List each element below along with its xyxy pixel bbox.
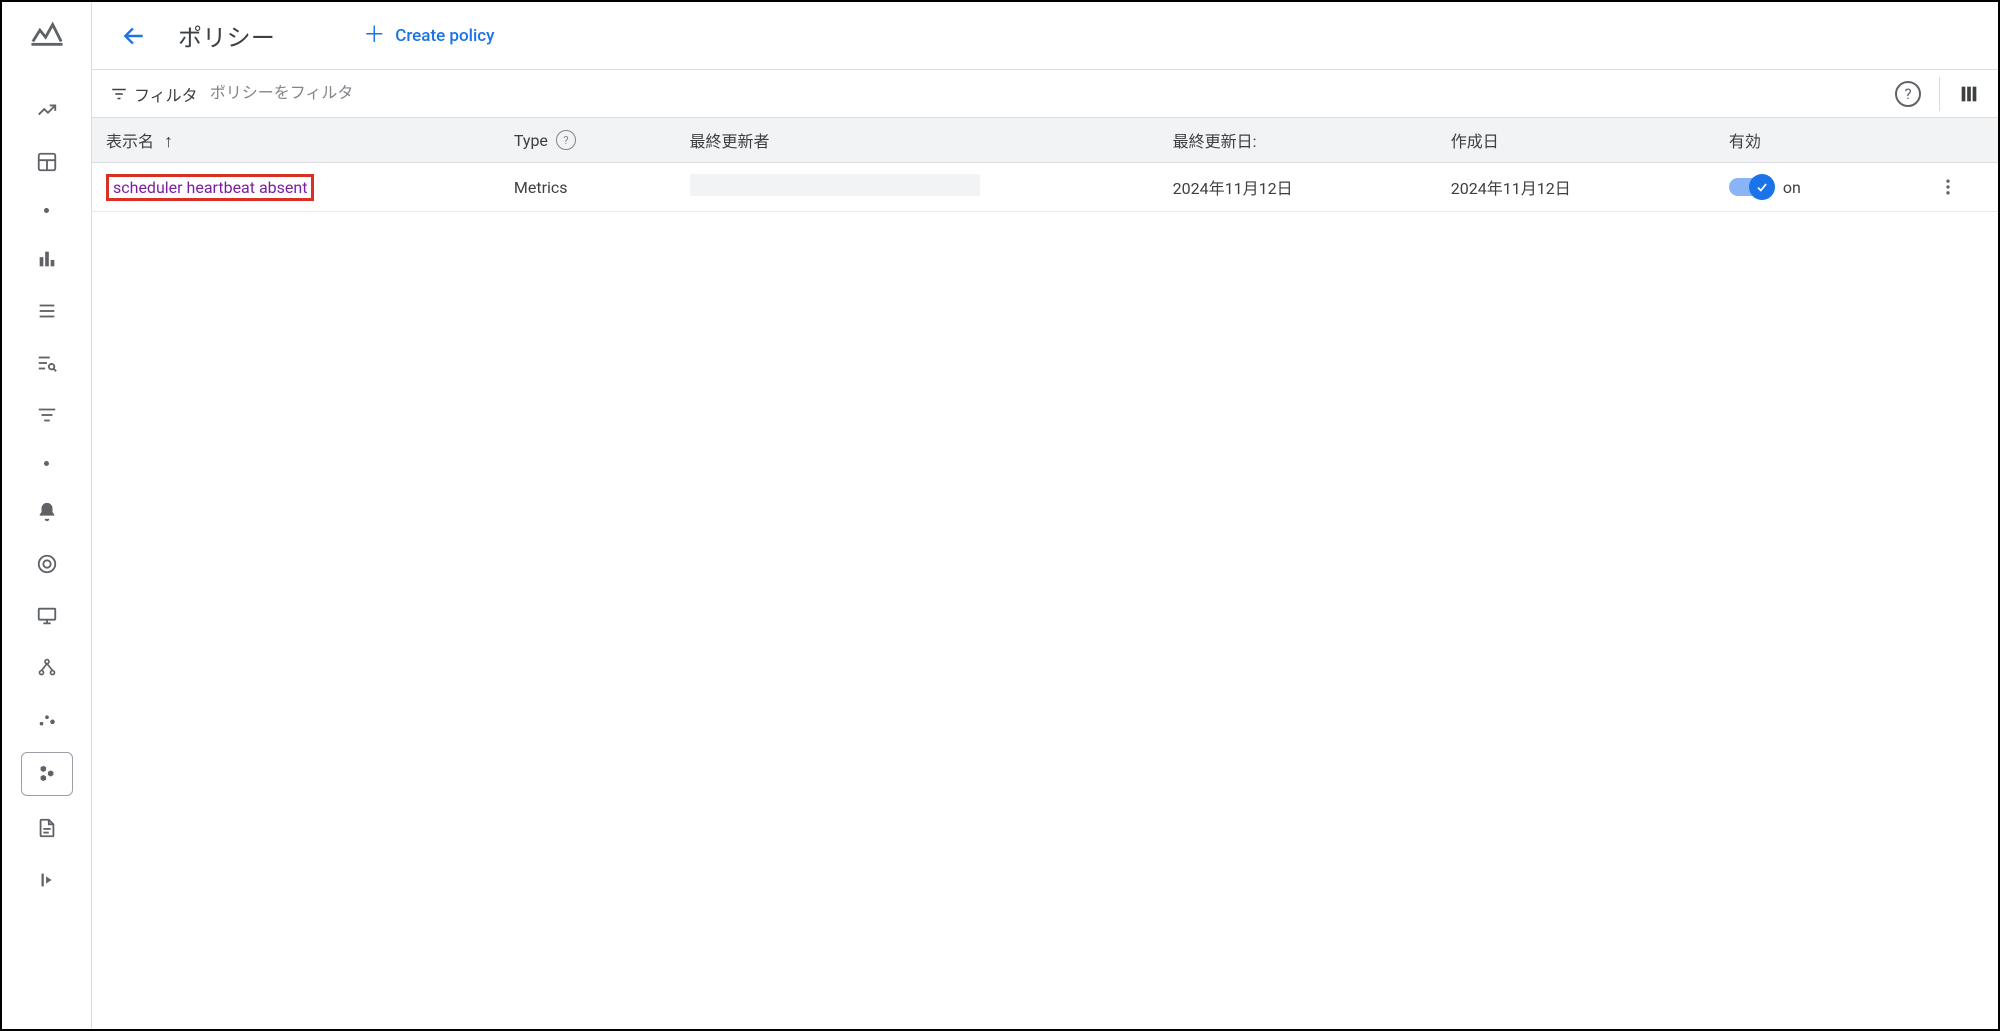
toggle-knob-check-icon: [1749, 174, 1775, 200]
filter-lines-icon[interactable]: [27, 395, 67, 435]
col-header-enabled[interactable]: 有効: [1717, 118, 1922, 163]
monitor-icon[interactable]: [27, 596, 67, 636]
col-header-enabled-label: 有効: [1729, 132, 1761, 151]
scatter-icon[interactable]: [27, 700, 67, 740]
page-title: ポリシー: [178, 18, 275, 53]
document-icon[interactable]: [27, 808, 67, 848]
enabled-label: on: [1783, 178, 1801, 197]
sidebar: [2, 2, 92, 1029]
sidebar-separator-dot: [44, 208, 49, 213]
filter-chip-label: フィルタ: [134, 82, 198, 106]
table-row: scheduler heartbeat absent Metrics 2024年…: [92, 163, 1998, 212]
col-header-created[interactable]: 作成日: [1439, 118, 1717, 163]
enabled-toggle[interactable]: [1729, 178, 1773, 196]
policy-table: 表示名 ↑ Type ? 最終更新者 最終更新日:: [92, 118, 1998, 212]
help-icon[interactable]: ?: [1895, 81, 1921, 107]
col-header-name-label: 表示名: [106, 132, 154, 151]
list-icon[interactable]: [27, 291, 67, 331]
policy-name-link[interactable]: scheduler heartbeat absent: [106, 174, 314, 201]
filter-chip[interactable]: フィルタ: [110, 82, 198, 106]
filter-input[interactable]: [210, 85, 1883, 103]
filter-bar: フィルタ ?: [92, 70, 1998, 118]
column-picker-icon[interactable]: [1958, 83, 1980, 105]
row-actions-menu[interactable]: [1934, 173, 1962, 201]
cell-type: Metrics: [502, 163, 678, 212]
col-header-last-updater-label: 最終更新者: [690, 132, 770, 151]
col-header-type-label: Type: [514, 131, 548, 150]
monitoring-logo-icon[interactable]: [30, 16, 64, 50]
sidebar-separator-dot: [44, 461, 49, 466]
redacted-value: [690, 174, 980, 196]
search-list-icon[interactable]: [27, 343, 67, 383]
policy-table-wrap: 表示名 ↑ Type ? 最終更新者 最終更新日:: [92, 118, 1998, 1029]
col-header-last-updated-label: 最終更新日:: [1173, 132, 1257, 151]
col-header-created-label: 作成日: [1451, 132, 1499, 151]
cell-created: 2024年11月12日: [1439, 163, 1717, 212]
divider: [1939, 77, 1940, 111]
back-button[interactable]: [114, 16, 154, 56]
nodes-icon[interactable]: [27, 648, 67, 688]
create-policy-label: Create policy: [395, 26, 494, 46]
col-header-type[interactable]: Type ?: [502, 118, 678, 163]
type-help-icon[interactable]: ?: [556, 130, 576, 150]
col-header-actions: [1922, 118, 1998, 163]
topbar: ポリシー ＋ Create policy: [92, 2, 1998, 70]
enabled-toggle-wrap: on: [1729, 178, 1910, 197]
trend-chart-icon[interactable]: [27, 90, 67, 130]
table-header-row: 表示名 ↑ Type ? 最終更新者 最終更新日:: [92, 118, 1998, 163]
col-header-last-updater[interactable]: 最終更新者: [678, 118, 1161, 163]
plus-icon: ＋: [363, 25, 385, 47]
bell-icon[interactable]: [27, 492, 67, 532]
expand-icon[interactable]: [27, 860, 67, 900]
cell-last-updated: 2024年11月12日: [1161, 163, 1439, 212]
dashboard-icon[interactable]: [27, 142, 67, 182]
sort-asc-icon: ↑: [164, 131, 173, 152]
col-header-last-updated[interactable]: 最終更新日:: [1161, 118, 1439, 163]
cell-last-updater: [678, 163, 1161, 212]
main-content: ポリシー ＋ Create policy フィルタ ? 表示名: [92, 2, 1998, 1029]
col-header-name[interactable]: 表示名 ↑: [92, 118, 502, 163]
hex-group-icon[interactable]: [21, 752, 73, 796]
create-policy-button[interactable]: ＋ Create policy: [363, 25, 494, 47]
target-icon[interactable]: [27, 544, 67, 584]
bar-chart-icon[interactable]: [27, 239, 67, 279]
